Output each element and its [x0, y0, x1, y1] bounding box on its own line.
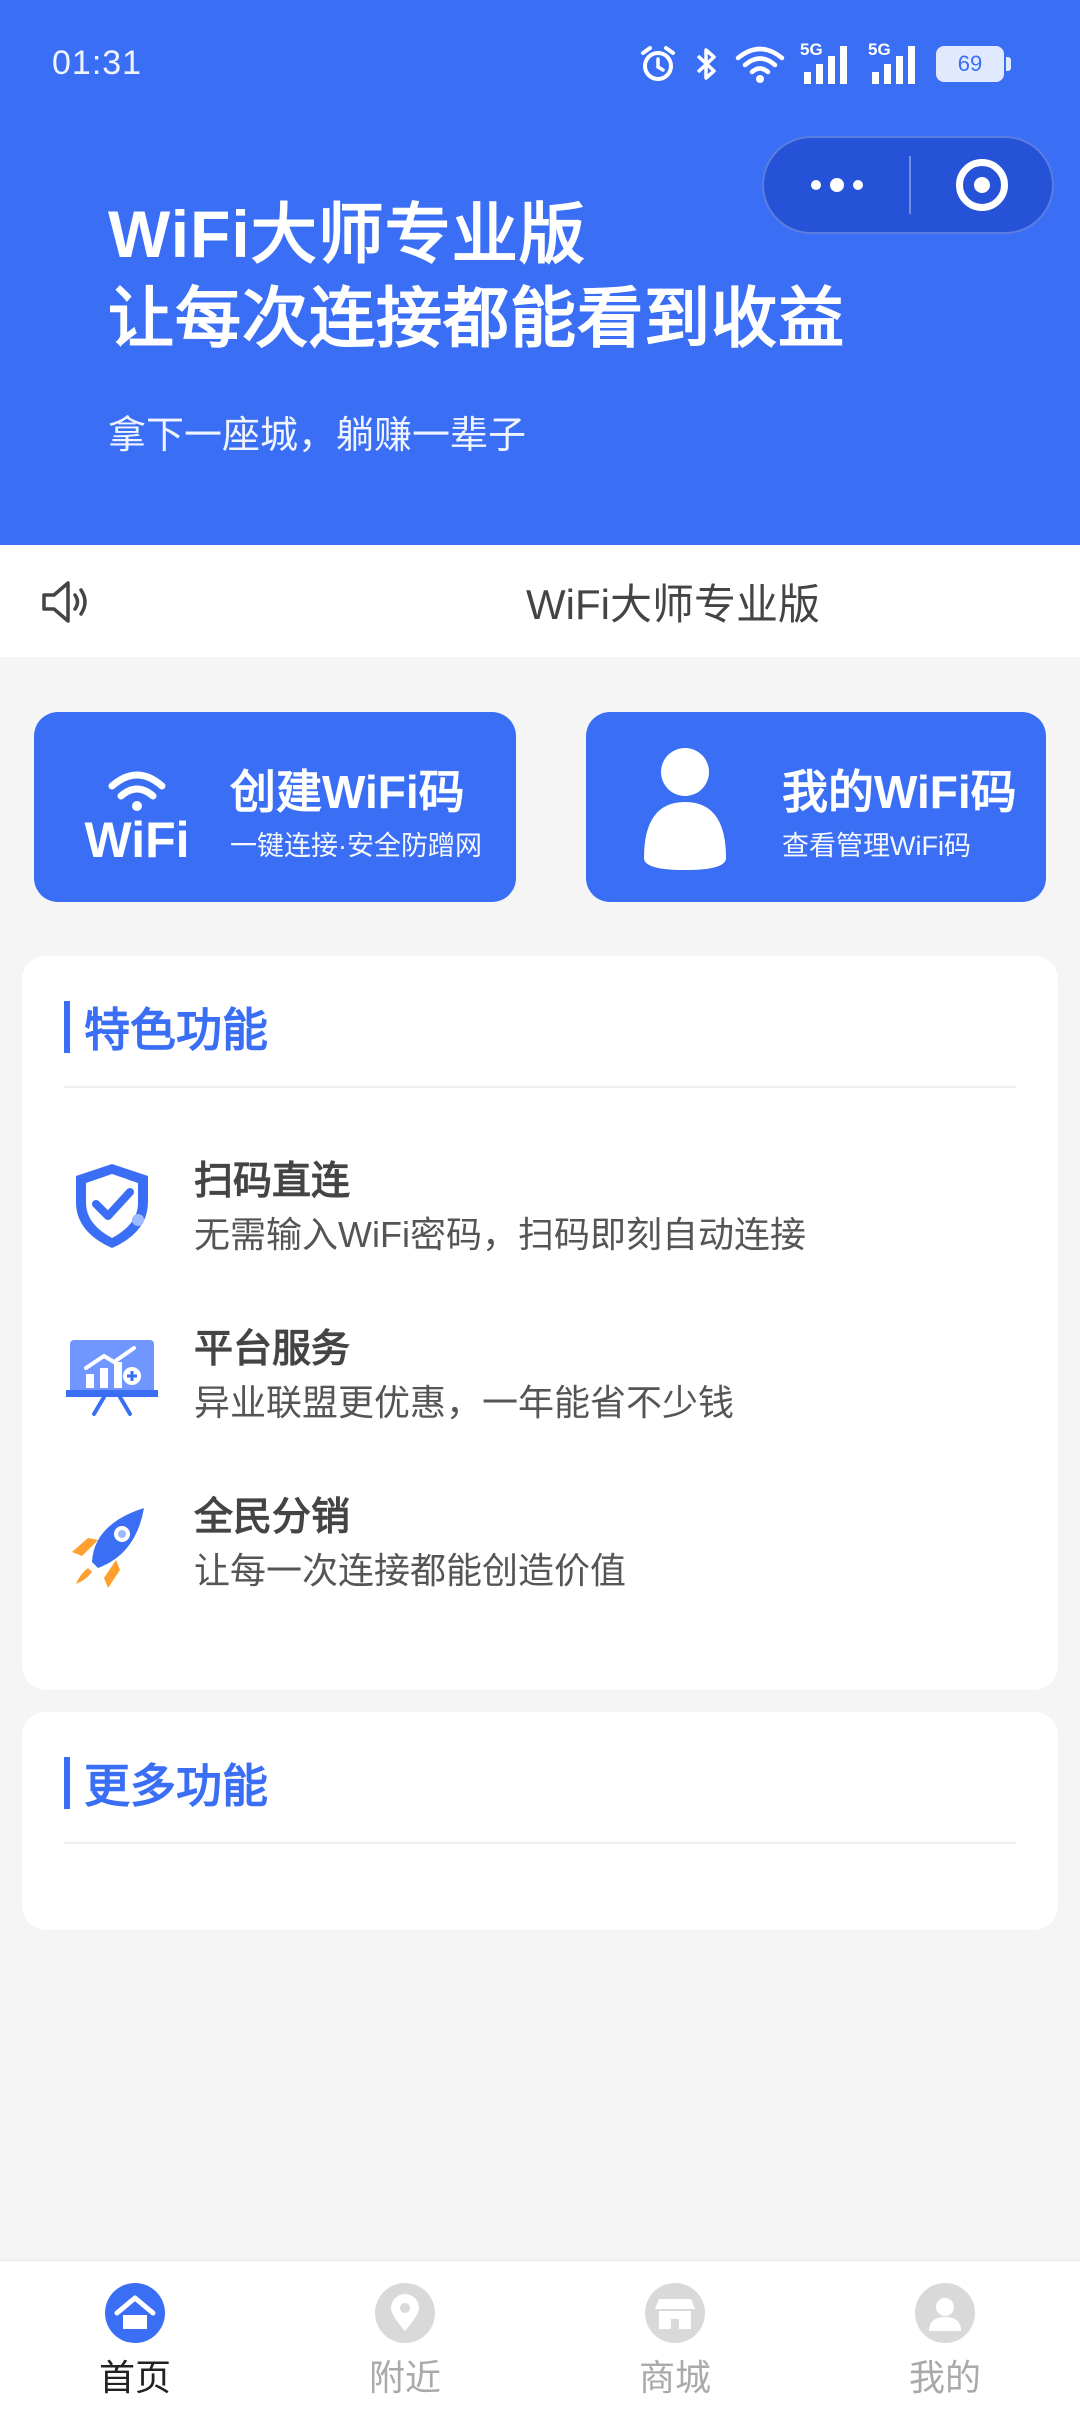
tab-label: 商城 — [638, 2357, 711, 2398]
more-header: 更多功能 — [64, 1756, 268, 1812]
wifi-signal-icon — [735, 46, 785, 83]
user-icon — [644, 748, 726, 870]
home-icon — [105, 2283, 165, 2343]
shield-check-icon — [76, 1164, 148, 1248]
battery-icon: 69 — [936, 46, 1011, 82]
more-divider — [64, 1842, 1016, 1844]
tab-nearby[interactable]: 附近 — [270, 2261, 540, 2414]
cellular-signal-2: 5G — [868, 40, 922, 86]
feature-description: 异业联盟更优惠，一年能省不少钱 — [194, 1382, 735, 1423]
features-title: 特色功能 — [84, 1004, 268, 1056]
create-wifi-code-card[interactable]: WiFi 创建WiFi码 一键连接·安全防蹭网 — [34, 712, 516, 902]
profile-icon — [915, 2283, 975, 2343]
section-accent-bar — [64, 1001, 70, 1053]
close-circle-icon[interactable] — [911, 138, 1052, 232]
signal-bars-icon — [804, 46, 847, 84]
my-wifi-code-title: 我的WiFi码 — [782, 766, 1017, 818]
features-divider — [64, 1086, 1016, 1088]
feature-description: 让每一次连接都能创造价值 — [194, 1550, 627, 1591]
tab-label: 首页 — [98, 2357, 171, 2398]
signal-bars-icon — [872, 46, 915, 84]
feature-scan-connect[interactable]: 扫码直连 无需输入WiFi密码，扫码即刻自动连接 — [64, 1150, 1014, 1270]
status-time: 01:31 — [52, 44, 143, 82]
more-panel: 更多功能 — [22, 1712, 1058, 1930]
feature-title: 扫码直连 — [194, 1160, 351, 1203]
feature-distribution[interactable]: 全民分销 让每一次连接都能创造价值 — [64, 1486, 1014, 1606]
create-wifi-code-desc: 一键连接·安全防蹭网 — [230, 831, 482, 861]
tab-home[interactable]: 首页 — [0, 2261, 270, 2414]
section-accent-bar — [64, 1757, 70, 1809]
hero-title-line2: 让每次连接都能看到收益 — [108, 281, 845, 355]
location-icon — [375, 2283, 435, 2343]
bluetooth-icon — [696, 48, 716, 80]
cellular-signal-1: 5G — [800, 40, 854, 86]
feature-platform-service[interactable]: 平台服务 异业联盟更优惠，一年能省不少钱 — [64, 1318, 1014, 1438]
hero-banner: 01:31 5G 5G 69 WiFi大师专业版 让每次连接都能看到收益 拿下一… — [0, 0, 1080, 545]
notice-text: WiFi大师专业版 — [526, 580, 820, 628]
shop-icon — [645, 2283, 705, 2343]
create-wifi-code-title: 创建WiFi码 — [230, 766, 465, 818]
alarm-icon — [641, 46, 675, 81]
more-title: 更多功能 — [84, 1760, 268, 1812]
tab-mine[interactable]: 我的 — [810, 2261, 1080, 2414]
status-icons: 5G 5G 69 — [638, 40, 1011, 88]
hero-title: WiFi大师专业版 让每次连接都能看到收益 — [108, 192, 845, 360]
hero-subtitle: 拿下一座城，躺赚一辈子 — [108, 415, 527, 457]
feature-title: 全民分销 — [194, 1496, 351, 1539]
notice-bar[interactable]: WiFi大师专业版 — [0, 545, 1080, 657]
feature-description: 无需输入WiFi密码，扫码即刻自动连接 — [194, 1214, 806, 1255]
my-wifi-code-desc: 查看管理WiFi码 — [782, 831, 971, 861]
tab-shop[interactable]: 商城 — [540, 2261, 810, 2414]
chart-board-icon — [66, 1340, 158, 1416]
status-bar: 01:31 5G 5G 69 — [0, 0, 1080, 130]
battery-level: 69 — [957, 51, 983, 76]
rocket-icon — [72, 1508, 144, 1588]
tab-label: 附近 — [368, 2357, 441, 2398]
features-header: 特色功能 — [64, 1000, 268, 1056]
speaker-icon — [42, 581, 87, 623]
feature-title: 平台服务 — [194, 1328, 351, 1371]
wifi-logo-icon: WiFi — [84, 771, 190, 860]
hero-title-line1: WiFi大师专业版 — [108, 197, 586, 271]
bottom-tab-bar: 首页 附近 商城 我的 — [0, 2260, 1080, 2414]
my-wifi-code-card[interactable]: 我的WiFi码 查看管理WiFi码 — [586, 712, 1046, 902]
tab-label: 我的 — [908, 2357, 981, 2398]
svg-text:WiFi: WiFi — [84, 812, 189, 860]
